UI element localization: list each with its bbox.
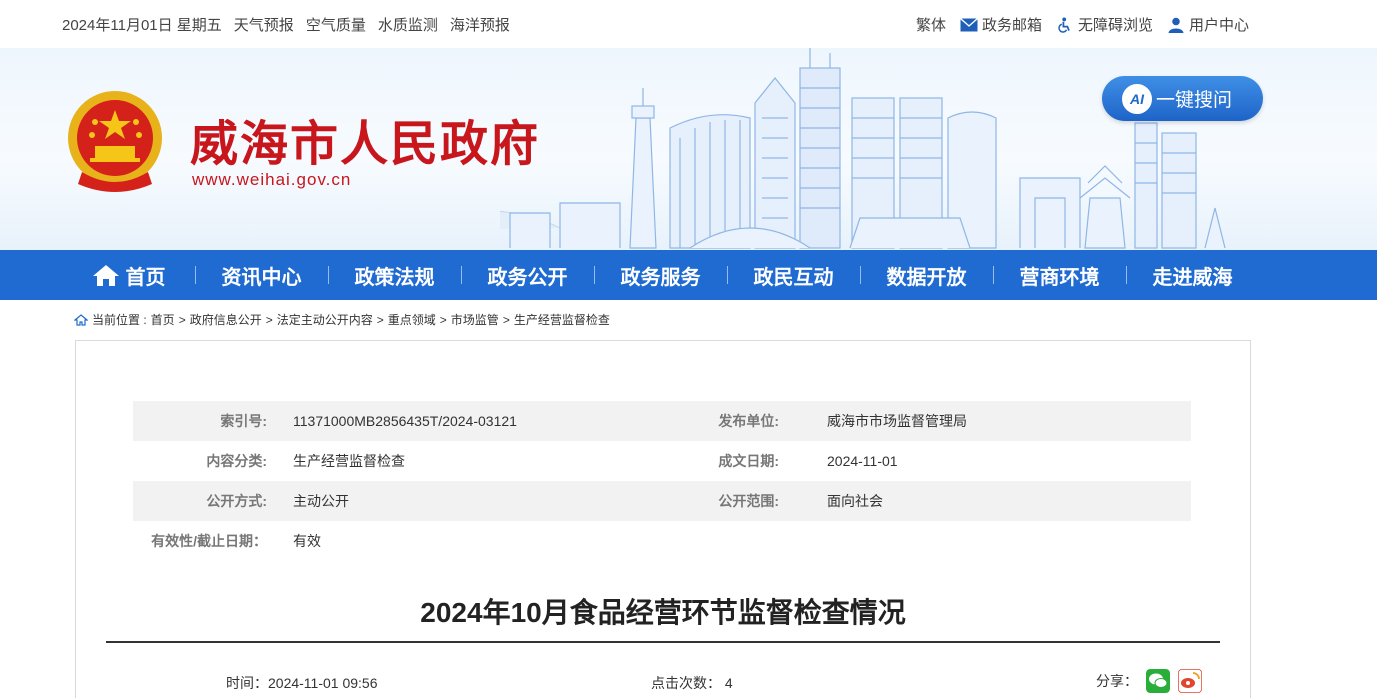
nav-item-label: 营商环境 — [1019, 266, 1100, 289]
nav-item-label: 政民互动 — [753, 266, 834, 289]
publisher-value: 威海市市场监督管理局 — [827, 413, 967, 429]
top-bar: 2024年11月01日 星期五 天气预报 空气质量 水质监测 海洋预报 繁体 政… — [0, 0, 1377, 48]
nav-item-policy[interactable]: 政策法规 — [328, 250, 461, 300]
publish-time: 时间：2024-11-01 09:56 — [226, 673, 378, 693]
nav-item-label: 数据开放 — [886, 266, 967, 289]
scope-value: 面向社会 — [827, 493, 883, 509]
method-label: 公开方式: — [206, 493, 267, 509]
mailbox-link[interactable]: 政务邮箱 — [959, 14, 1042, 35]
breadcrumb-link-statutory[interactable]: 法定主动公开内容 — [277, 311, 373, 328]
weibo-share-icon[interactable] — [1178, 669, 1202, 693]
breadcrumb-prefix: 当前位置 : — [92, 313, 147, 327]
nav-item-about-weihai[interactable]: 走进威海 — [1126, 250, 1259, 300]
validity-label: 有效性/截止日期： — [151, 533, 267, 549]
article-title: 2024年10月食品经营环节监督检查情况 — [420, 597, 906, 628]
national-emblem-logo — [68, 91, 162, 192]
breadcrumb-link-key-areas[interactable]: 重点领域 — [388, 311, 436, 328]
nav-item-gov-affairs[interactable]: 政务公开 — [461, 250, 594, 300]
nav-item-news[interactable]: 资讯中心 — [195, 250, 328, 300]
clicks-value: 4 — [724, 675, 733, 691]
header-banner: 威海市人民政府 www.weihai.gov.cn AI 一键搜问 — [0, 48, 1377, 250]
user-center-label: 用户中心 — [1188, 17, 1249, 34]
wechat-share-icon[interactable] — [1146, 669, 1170, 693]
link-air-quality[interactable]: 空气质量 — [306, 14, 366, 35]
accessibility-icon — [1058, 16, 1070, 33]
breadcrumb-separator: > — [265, 312, 273, 327]
publisher-label: 发布单位: — [718, 413, 779, 429]
nav-item-interaction[interactable]: 政民互动 — [727, 250, 860, 300]
link-water-quality[interactable]: 水质监测 — [378, 14, 438, 35]
method-value: 主动公开 — [293, 493, 349, 509]
breadcrumb-link-market[interactable]: 市场监管 — [451, 311, 499, 328]
breadcrumb: 当前位置 : 首页 > 政府信息公开 > 法定主动公开内容 > 重点领域 > 市… — [74, 311, 610, 328]
mailbox-label: 政务邮箱 — [981, 17, 1042, 34]
nav-item-label: 政务服务 — [620, 266, 701, 289]
ai-icon: AI — [1122, 83, 1152, 114]
nav-item-home[interactable]: 首页 — [62, 250, 195, 300]
date-label: 成文日期: — [718, 453, 779, 469]
nav-item-label: 政策法规 — [354, 266, 435, 289]
index-label: 索引号: — [220, 413, 267, 429]
metadata-table: 索引号: 11371000MB2856435T/2024-03121 发布单位:… — [133, 401, 1191, 561]
traditional-chinese-label: 繁体 — [915, 17, 946, 34]
ai-search-button[interactable]: AI 一键搜问 — [1102, 76, 1263, 121]
breadcrumb-separator: > — [376, 312, 384, 327]
metadata-row: 索引号: 11371000MB2856435T/2024-03121 发布单位:… — [133, 401, 1191, 441]
click-count: 点击次数： 4 — [651, 673, 733, 693]
breadcrumb-link-home[interactable]: 首页 — [151, 311, 175, 328]
breadcrumb-link-gov-info[interactable]: 政府信息公开 — [190, 311, 262, 328]
nav-item-label: 政务公开 — [487, 266, 568, 289]
index-value: 11371000MB2856435T/2024-03121 — [293, 413, 517, 429]
metadata-row: 公开方式: 主动公开 公开范围: 面向社会 — [133, 481, 1191, 521]
breadcrumb-link-inspection[interactable]: 生产经营监督检查 — [514, 311, 610, 328]
mail-icon — [959, 17, 978, 31]
accessibility-label: 无障碍浏览 — [1077, 17, 1153, 34]
user-icon — [1168, 17, 1184, 33]
ai-search-label: 一键搜问 — [1156, 90, 1233, 111]
article-container: 索引号: 11371000MB2856435T/2024-03121 发布单位:… — [75, 340, 1251, 698]
category-value: 生产经营监督检查 — [293, 453, 405, 469]
category-label: 内容分类: — [206, 453, 267, 469]
share-label: 分享： — [1096, 673, 1138, 689]
breadcrumb-separator: > — [178, 312, 186, 327]
main-nav: 首页 资讯中心 政策法规 政务公开 政务服务 政民互动 数据开放 营商环境 走进… — [0, 250, 1377, 300]
share-area: 分享： — [1096, 669, 1202, 693]
home-icon — [92, 265, 119, 286]
breadcrumb-separator: > — [502, 312, 510, 327]
date-value: 2024-11-01 — [827, 453, 898, 469]
metadata-row: 有效性/截止日期： 有效 — [133, 521, 1191, 561]
scope-label: 公开范围: — [718, 493, 779, 509]
nav-item-label: 资讯中心 — [221, 266, 302, 289]
top-bar-left: 2024年11月01日 星期五 天气预报 空气质量 水质监测 海洋预报 — [62, 14, 510, 35]
top-bar-right: 繁体 政务邮箱 无障碍浏览 用户中心 — [916, 14, 1249, 35]
metadata-row: 内容分类: 生产经营监督检查 成文日期: 2024-11-01 — [133, 441, 1191, 481]
nav-item-open-data[interactable]: 数据开放 — [860, 250, 993, 300]
time-label: 时间： — [226, 675, 268, 691]
link-ocean-forecast[interactable]: 海洋预报 — [450, 14, 510, 35]
home-small-icon — [74, 313, 88, 326]
accessibility-link[interactable]: 无障碍浏览 — [1056, 14, 1153, 35]
clicks-label: 点击次数： — [651, 675, 721, 691]
nav-item-label: 走进威海 — [1152, 266, 1233, 289]
title-divider — [106, 641, 1220, 643]
link-weather[interactable]: 天气预报 — [234, 14, 294, 35]
validity-value: 有效 — [293, 533, 321, 549]
time-value: 2024-11-01 09:56 — [268, 675, 378, 691]
nav-item-gov-services[interactable]: 政务服务 — [594, 250, 727, 300]
current-date: 2024年11月01日 星期五 — [62, 17, 222, 34]
breadcrumb-separator: > — [439, 312, 447, 327]
site-url: www.weihai.gov.cn — [192, 170, 352, 189]
user-center-link[interactable]: 用户中心 — [1167, 14, 1249, 35]
nav-item-business[interactable]: 营商环境 — [993, 250, 1126, 300]
site-title: 威海市人民政府 — [190, 116, 541, 172]
traditional-chinese-link[interactable]: 繁体 — [916, 14, 946, 35]
nav-item-label: 首页 — [125, 266, 166, 289]
